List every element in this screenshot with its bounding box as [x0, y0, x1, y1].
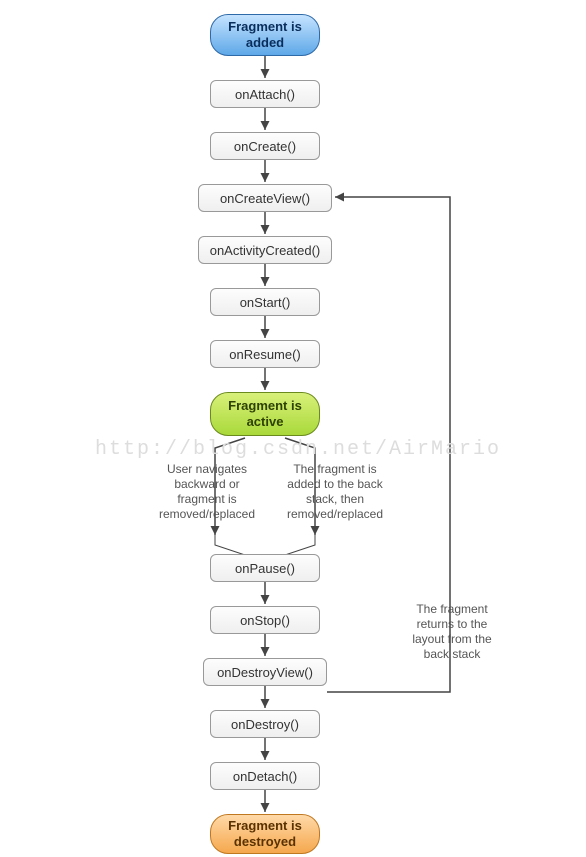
box-ondetach: onDetach()	[210, 762, 320, 790]
box-oncreateview: onCreateView()	[198, 184, 332, 212]
box-onactivitycreated: onActivityCreated()	[198, 236, 332, 264]
box-ondestroy: onDestroy()	[210, 710, 320, 738]
box-onstart: onStart()	[210, 288, 320, 316]
box-oncreate: onCreate()	[210, 132, 320, 160]
watermark: http://blog.csdn.net/AirMario	[95, 438, 501, 461]
box-onpause: onPause()	[210, 554, 320, 582]
label-added-to-back-stack: The fragment isadded to the backstack, t…	[275, 462, 395, 522]
state-fragment-added: Fragment isadded	[210, 14, 320, 56]
label-returns-from-back-stack: The fragmentreturns to thelayout from th…	[392, 602, 512, 662]
state-fragment-active: Fragment isactive	[210, 392, 320, 436]
box-onresume: onResume()	[210, 340, 320, 368]
box-onstop: onStop()	[210, 606, 320, 634]
box-onattach: onAttach()	[210, 80, 320, 108]
state-fragment-destroyed: Fragment isdestroyed	[210, 814, 320, 854]
box-ondestroyview: onDestroyView()	[203, 658, 327, 686]
label-user-navigates-backward: User navigatesbackward orfragment isremo…	[147, 462, 267, 522]
